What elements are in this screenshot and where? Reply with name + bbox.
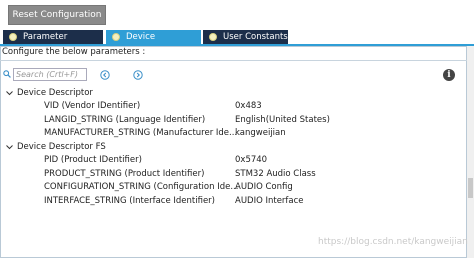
divider [0, 60, 467, 61]
vertical-scrollbar[interactable] [467, 46, 474, 258]
watermark: https://blog.csdn.net/kangweijian [318, 237, 468, 247]
info-icon[interactable]: i [443, 69, 455, 81]
parameter-row[interactable]: PRODUCT_STRING (Product Identifier) STM3… [0, 168, 465, 180]
parameter-row[interactable]: LANGID_STRING (Language Identifier) Engl… [0, 114, 465, 126]
parameter-name: INTERFACE_STRING (Interface Identifier) [44, 196, 215, 206]
group-label: Device Descriptor FS [17, 142, 106, 152]
parameter-name: CONFIGURATION_STRING (Configuration Ide.… [44, 182, 239, 192]
parameter-row[interactable]: PID (Product IDentifier) 0x5740 [0, 154, 465, 166]
status-dot-icon [9, 33, 17, 41]
toolbar: Reset Configuration [0, 0, 474, 28]
chevron-down-icon[interactable] [5, 141, 14, 153]
group-device-descriptor[interactable]: Device Descriptor [0, 87, 465, 99]
configure-hint: Configure the below parameters : [2, 47, 146, 57]
tab-label: User Constants [223, 32, 288, 42]
group-device-descriptor-fs[interactable]: Device Descriptor FS [0, 141, 465, 153]
parameter-name: PID (Product IDentifier) [44, 155, 142, 165]
parameter-value[interactable]: AUDIO Interface [235, 195, 304, 207]
reset-configuration-button[interactable]: Reset Configuration [8, 5, 106, 25]
parameter-value[interactable]: AUDIO Config [235, 181, 293, 193]
next-arrow-icon[interactable] [133, 70, 143, 80]
scrollbar-thumb[interactable] [468, 178, 473, 198]
chevron-down-icon[interactable] [5, 87, 14, 99]
parameter-row[interactable]: MANUFACTURER_STRING (Manufacturer Ide...… [0, 127, 465, 139]
tab-parameter-settings[interactable]: Parameter Settings [3, 30, 103, 56]
status-dot-icon [112, 33, 120, 41]
tab-bar: Parameter Settings Device Descriptor Use… [0, 30, 474, 56]
parameter-value[interactable]: 0x5740 [235, 154, 267, 166]
parameter-name: MANUFACTURER_STRING (Manufacturer Ide... [44, 128, 238, 138]
status-dot-icon [209, 33, 217, 41]
parameter-name: LANGID_STRING (Language Identifier) [44, 115, 206, 125]
parameter-value[interactable]: 0x483 [235, 100, 262, 112]
parameter-row[interactable]: CONFIGURATION_STRING (Configuration Ide.… [0, 181, 465, 193]
parameter-value[interactable]: English(United States) [235, 114, 330, 126]
parameter-row[interactable]: INTERFACE_STRING (Interface Identifier) … [0, 195, 465, 207]
search-input[interactable]: Search (Crtl+F) [13, 68, 87, 81]
parameter-name: PRODUCT_STRING (Product Identifier) [44, 169, 205, 179]
tab-device-descriptor[interactable]: Device Descriptor [106, 30, 201, 56]
group-label: Device Descriptor [17, 88, 93, 98]
parameter-name: VID (Vendor IDentifier) [44, 101, 141, 111]
previous-arrow-icon[interactable] [100, 70, 110, 80]
parameter-value[interactable]: STM32 Audio Class [235, 168, 316, 180]
search-icon[interactable] [3, 70, 11, 78]
parameter-value[interactable]: kangweijian [235, 127, 286, 139]
parameter-row[interactable]: VID (Vendor IDentifier) 0x483 [0, 100, 465, 112]
tab-user-constants[interactable]: User Constants [203, 30, 288, 44]
